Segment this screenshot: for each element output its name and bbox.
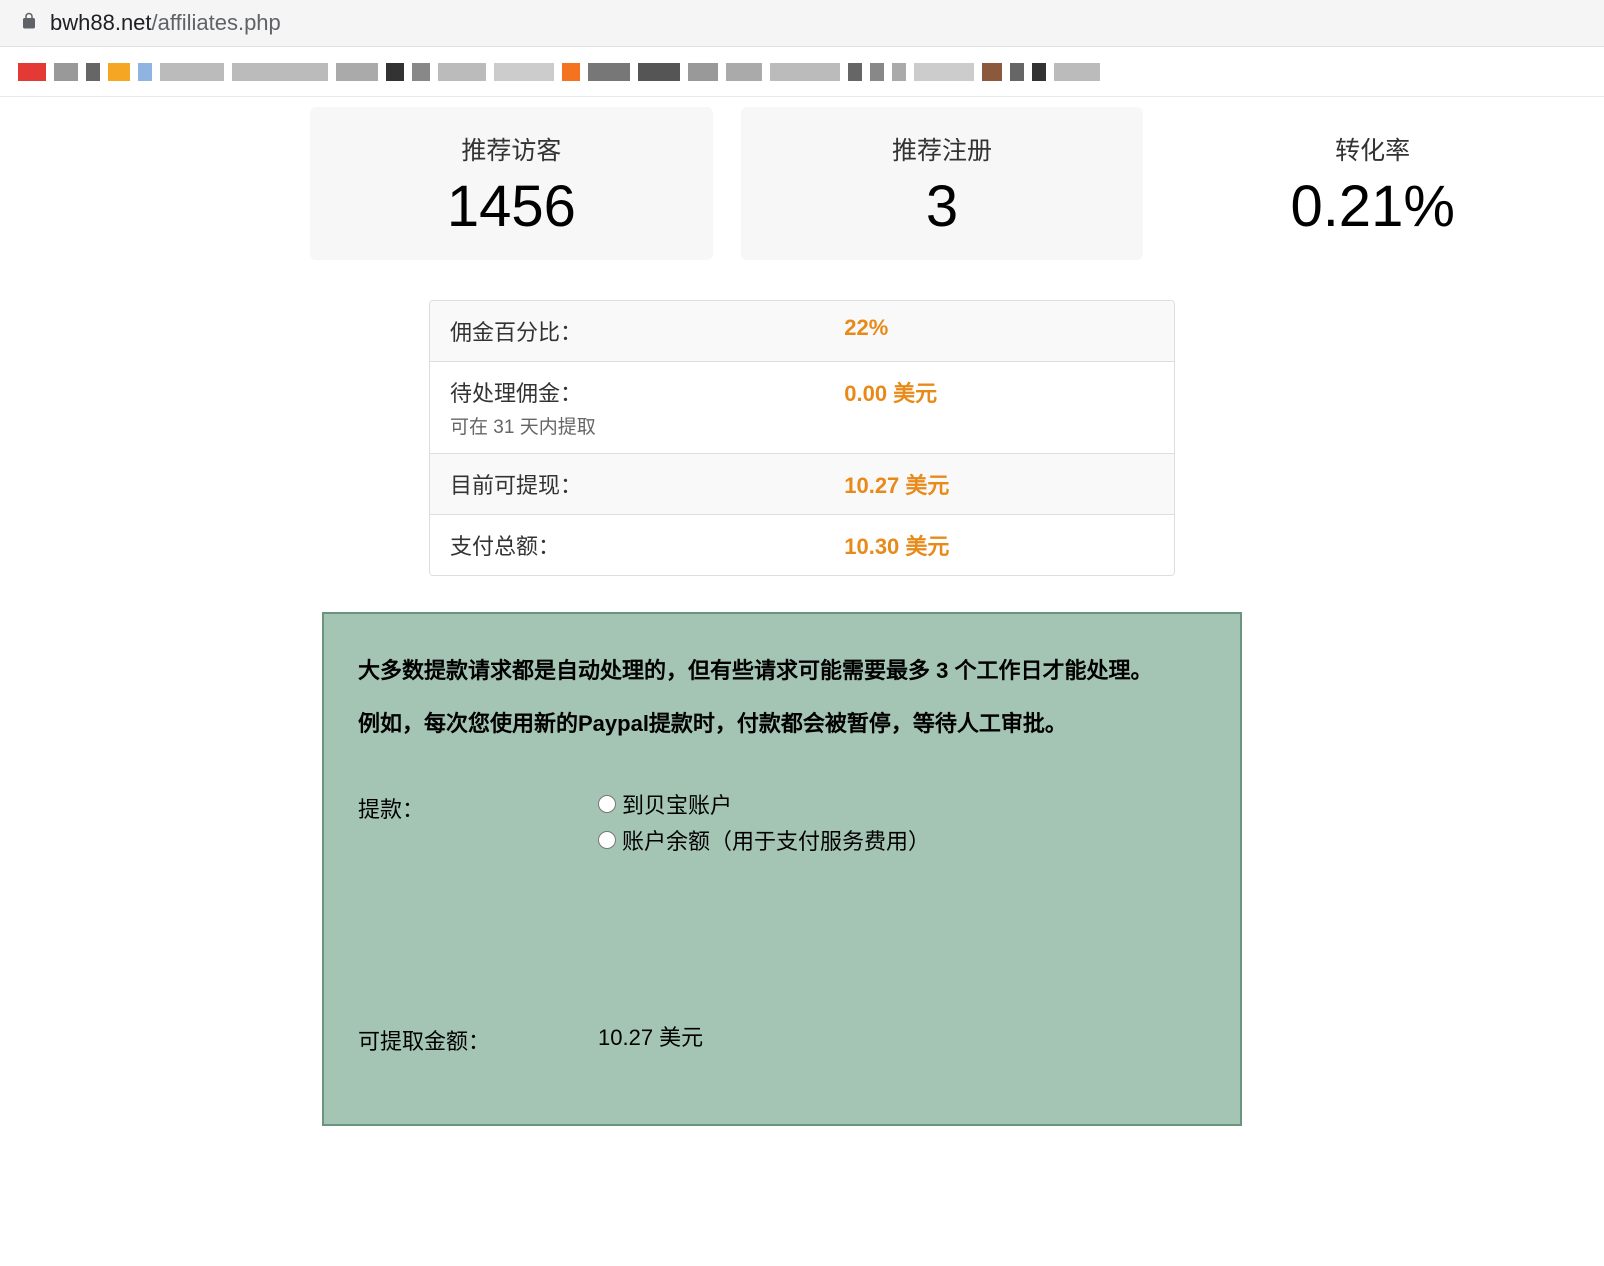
stats-row: 推荐访客 1456 推荐注册 3 转化率 0.21%	[310, 107, 1574, 260]
bookmark-item[interactable]	[1010, 63, 1024, 81]
bookmark-item[interactable]	[588, 63, 630, 81]
page-content: 推荐访客 1456 推荐注册 3 转化率 0.21% 佣金百分比：22%待处理佣…	[0, 97, 1604, 1156]
browser-address-bar: bwh88.net/affiliates.php	[0, 0, 1604, 47]
withdrawal-panel: 大多数提款请求都是自动处理的，但有些请求可能需要最多 3 个工作日才能处理。 例…	[322, 612, 1242, 1126]
stat-card-visitors: 推荐访客 1456	[310, 107, 713, 260]
commission-label: 支付总额：	[450, 529, 844, 561]
bookmark-item[interactable]	[54, 63, 78, 81]
stat-label: 推荐注册	[761, 131, 1124, 167]
bookmark-item[interactable]	[848, 63, 862, 81]
bookmark-item[interactable]	[562, 63, 580, 81]
radio-paypal-label: 到贝宝账户	[622, 788, 732, 820]
lock-icon	[20, 10, 50, 36]
radio-paypal[interactable]	[598, 795, 616, 813]
withdrawal-method-row: 提款： 到贝宝账户 账户余额（用于支付服务费用）	[358, 788, 1206, 860]
withdrawal-notice-2: 例如，每次您使用新的Paypal提款时，付款都会被暂停，等待人工审批。	[358, 707, 1206, 740]
commission-value: 10.27 美元	[844, 468, 1154, 500]
bookmark-item[interactable]	[412, 63, 430, 81]
withdrawal-amount-row: 可提取金额： 10.27 美元	[358, 1020, 1206, 1056]
url-text[interactable]: bwh88.net/affiliates.php	[50, 10, 281, 36]
withdrawal-notice-1: 大多数提款请求都是自动处理的，但有些请求可能需要最多 3 个工作日才能处理。	[358, 654, 1206, 687]
stat-label: 推荐访客	[330, 131, 693, 167]
commission-row: 待处理佣金：可在 31 天内提取0.00 美元	[430, 362, 1174, 454]
commission-row: 佣金百分比：22%	[430, 301, 1174, 362]
commission-value: 22%	[844, 315, 1154, 347]
bookmark-item[interactable]	[688, 63, 718, 81]
bookmark-item[interactable]	[138, 63, 152, 81]
commission-label: 待处理佣金：可在 31 天内提取	[450, 376, 844, 439]
bookmark-item[interactable]	[494, 63, 554, 81]
radio-option-paypal[interactable]: 到贝宝账户	[598, 788, 1206, 820]
amount-value: 10.27 美元	[598, 1020, 1206, 1052]
bookmark-item[interactable]	[438, 63, 486, 81]
bookmark-item[interactable]	[160, 63, 224, 81]
commission-row: 支付总额：10.30 美元	[430, 515, 1174, 575]
stat-card-conversion: 转化率 0.21%	[1171, 107, 1574, 260]
bookmark-item[interactable]	[86, 63, 100, 81]
radio-balance[interactable]	[598, 831, 616, 849]
withdraw-label: 提款：	[358, 788, 598, 824]
commission-value: 10.30 美元	[844, 529, 1154, 561]
amount-label: 可提取金额：	[358, 1020, 598, 1056]
commission-row: 目前可提现：10.27 美元	[430, 454, 1174, 515]
bookmark-item[interactable]	[638, 63, 680, 81]
bookmark-item[interactable]	[18, 63, 46, 81]
bookmark-item[interactable]	[108, 63, 130, 81]
stat-value: 1456	[330, 173, 693, 240]
stat-value: 3	[761, 173, 1124, 240]
commission-sublabel: 可在 31 天内提取	[450, 412, 844, 439]
url-domain: bwh88.net	[50, 10, 152, 35]
bookmark-item[interactable]	[982, 63, 1002, 81]
bookmark-item[interactable]	[232, 63, 328, 81]
bookmark-item[interactable]	[1054, 63, 1100, 81]
stat-card-signups: 推荐注册 3	[741, 107, 1144, 260]
bookmark-item[interactable]	[914, 63, 974, 81]
radio-option-balance[interactable]: 账户余额（用于支付服务费用）	[598, 824, 1206, 856]
bookmark-item[interactable]	[336, 63, 378, 81]
commission-value: 0.00 美元	[844, 376, 1154, 439]
bookmark-item[interactable]	[770, 63, 840, 81]
bookmarks-bar	[0, 47, 1604, 97]
commission-label: 佣金百分比：	[450, 315, 844, 347]
stat-label: 转化率	[1191, 131, 1554, 167]
bookmark-item[interactable]	[726, 63, 762, 81]
bookmark-item[interactable]	[1032, 63, 1046, 81]
bookmark-item[interactable]	[870, 63, 884, 81]
withdraw-options: 到贝宝账户 账户余额（用于支付服务费用）	[598, 788, 1206, 860]
bookmark-item[interactable]	[386, 63, 404, 81]
url-path: /affiliates.php	[152, 10, 281, 35]
radio-balance-label: 账户余额（用于支付服务费用）	[622, 824, 930, 856]
commission-label: 目前可提现：	[450, 468, 844, 500]
commission-table: 佣金百分比：22%待处理佣金：可在 31 天内提取0.00 美元目前可提现：10…	[429, 300, 1175, 576]
bookmark-item[interactable]	[892, 63, 906, 81]
stat-value: 0.21%	[1191, 173, 1554, 240]
